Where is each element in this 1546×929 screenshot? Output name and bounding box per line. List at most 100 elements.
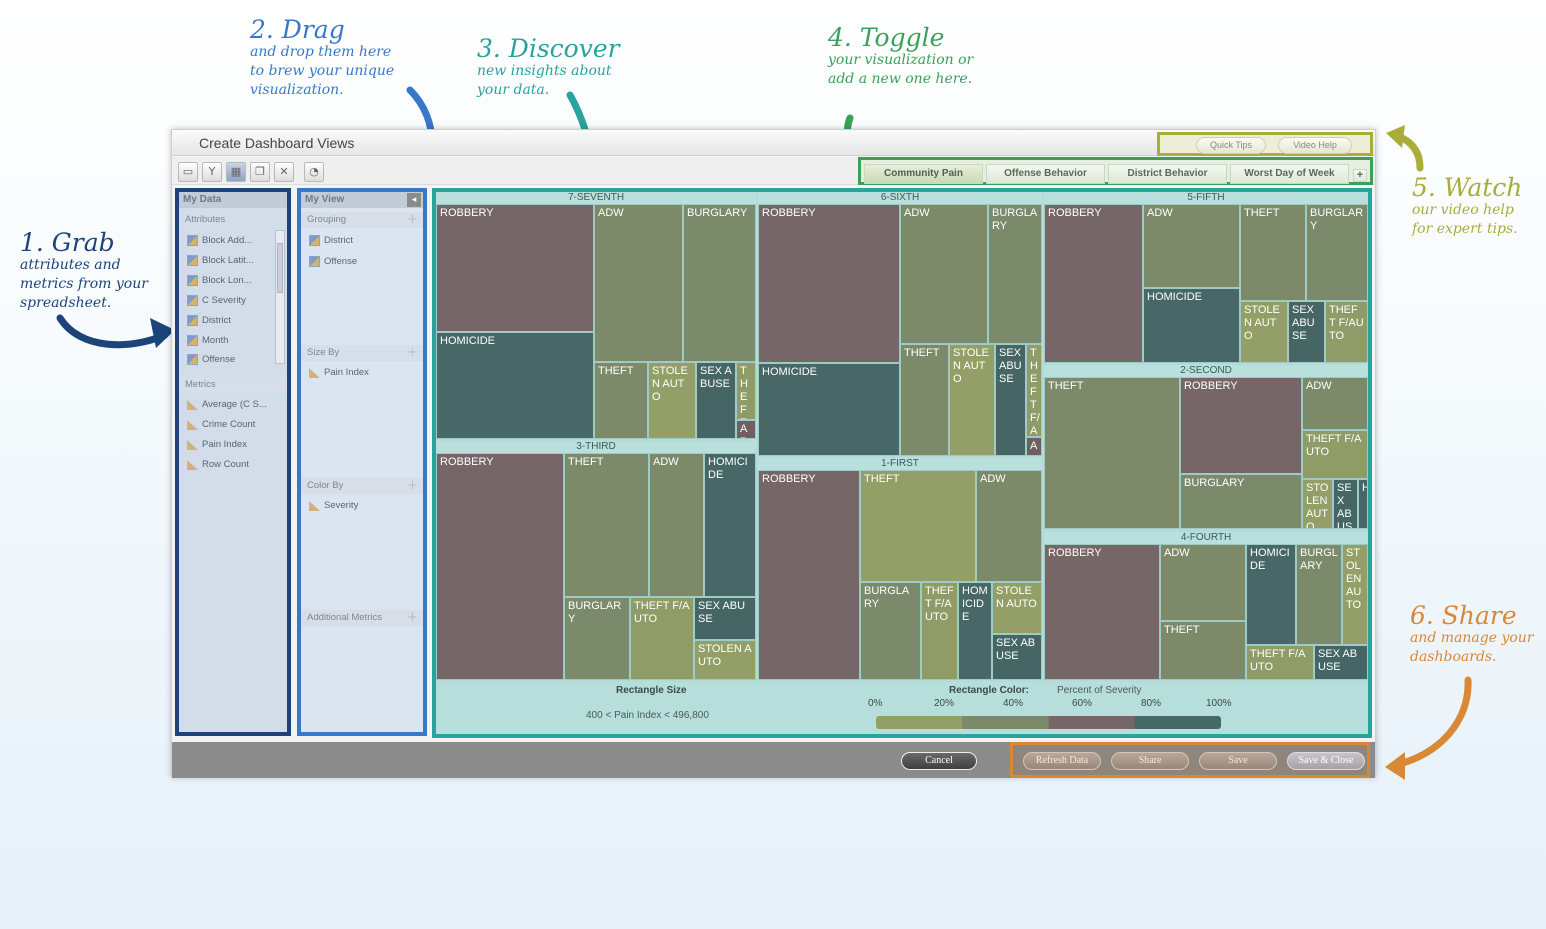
refresh-data-button[interactable]: Refresh Data	[1023, 752, 1101, 770]
treemap-cell[interactable]: THEFT	[1240, 204, 1306, 301]
treemap-cell[interactable]: STOLEN AUTO	[1240, 301, 1288, 363]
treemap-cell[interactable]: ADW	[1302, 377, 1368, 430]
treemap-cell[interactable]: THEFT	[860, 470, 976, 582]
treemap-cell[interactable]: STOLEN AUTO	[949, 344, 995, 456]
attribute-item[interactable]: Offense	[187, 351, 235, 369]
scrollbar-thumb[interactable]	[277, 243, 283, 293]
treemap-cell[interactable]: HOMICIDE	[1246, 544, 1296, 645]
share-button[interactable]: Share	[1111, 752, 1189, 770]
treemap-cell[interactable]: H	[1358, 479, 1368, 529]
treemap-cell[interactable]: BURGLARY	[1180, 474, 1302, 529]
treemap-cell[interactable]: ROBBERY	[758, 204, 900, 363]
treemap-cell[interactable]: THEFT F/AUTO	[630, 597, 694, 680]
metric-item[interactable]: Average (C S...	[187, 396, 267, 414]
treemap-icon[interactable]: ▦	[226, 162, 246, 182]
legend-tick: 80%	[1141, 698, 1162, 709]
treemap-cell[interactable]: ADW	[900, 204, 988, 344]
treemap-cell[interactable]: THEFT	[594, 362, 648, 439]
color-by-item[interactable]: Severity	[309, 497, 358, 515]
grouping-item[interactable]: District	[309, 232, 353, 250]
add-color-icon[interactable]: +	[407, 479, 418, 492]
treemap-cell[interactable]: BURGLARY	[860, 582, 921, 680]
treemap-cell[interactable]: STOLEN AUTO	[1342, 544, 1368, 645]
treemap-cell[interactable]: HOMICIDE	[758, 363, 900, 456]
add-size-icon[interactable]: +	[407, 346, 418, 359]
treemap-cell[interactable]: THEFT	[1160, 621, 1246, 680]
video-help-button[interactable]: Video Help	[1278, 137, 1352, 154]
attribute-item[interactable]: Block Lon...	[187, 272, 252, 290]
treemap-cell[interactable]: HOMICIDE	[1143, 288, 1240, 363]
treemap-cell[interactable]: HOMICIDE	[704, 453, 756, 597]
add-grouping-icon[interactable]: +	[407, 213, 418, 226]
treemap-cell[interactable]: STOLEN AUTO	[694, 640, 756, 680]
size-by-item[interactable]: Pain Index	[309, 364, 369, 382]
treemap-cell[interactable]: ROBBERY	[1180, 377, 1302, 474]
treemap-cell[interactable]: SEX ABUSE	[694, 597, 756, 640]
attribute-scrollbar[interactable]	[275, 230, 285, 364]
attribute-item[interactable]: Block Latit...	[187, 252, 254, 270]
treemap-cell[interactable]: ROBBERY	[436, 204, 594, 332]
attribute-item[interactable]: C Severity	[187, 292, 246, 310]
treemap-cell[interactable]: ROBBERY	[758, 470, 860, 680]
clear-icon[interactable]: ✕	[274, 162, 294, 182]
treemap-cell[interactable]: SEX ABUSE	[1314, 645, 1368, 680]
treemap-cell[interactable]: AR	[736, 420, 756, 439]
treemap-cell[interactable]: A	[1026, 437, 1042, 456]
grouping-item[interactable]: Offense	[309, 253, 357, 271]
treemap-cell[interactable]: THEFT F/A	[1026, 344, 1042, 437]
treemap-cell[interactable]: HOMICIDE	[436, 332, 594, 439]
treemap-cell[interactable]: BURGLARY	[683, 204, 756, 362]
treemap-cell[interactable]: ADW	[1160, 544, 1246, 621]
treemap-cell[interactable]: ROBBERY	[436, 453, 564, 680]
metric-item[interactable]: Row Count	[187, 456, 249, 474]
treemap-cell[interactable]: ADW	[649, 453, 704, 597]
treemap-cell[interactable]: THEFT F/AUTO	[921, 582, 958, 680]
treemap-cell[interactable]: STOLEN AUTO	[992, 582, 1042, 634]
treemap-cell[interactable]: BURGLARY	[1306, 204, 1368, 301]
treemap-cell[interactable]: ROBBERY	[1044, 204, 1143, 363]
treemap-cell[interactable]: THEFT	[564, 453, 649, 597]
treemap-cell[interactable]: STOLEN AUTO	[1302, 479, 1333, 529]
treemap-cell[interactable]: BURGLARY	[564, 597, 630, 680]
treemap-cell[interactable]: SEX ABUSE	[995, 344, 1026, 456]
treemap-cell[interactable]: SEX ABUSE	[992, 634, 1042, 680]
treemap-cell[interactable]: ADW	[1143, 204, 1240, 288]
treemap-cell[interactable]: ADW	[594, 204, 683, 362]
attribute-label: Offense	[202, 354, 236, 365]
save-close-button[interactable]: Save & Close	[1287, 752, 1365, 770]
cancel-button[interactable]: Cancel	[901, 752, 977, 770]
tab-worst-day-of-week[interactable]: Worst Day of Week	[1230, 164, 1349, 184]
treemap-cell[interactable]: STOLEN AUTO	[648, 362, 696, 439]
attribute-item[interactable]: Month	[187, 332, 228, 350]
add-tab-icon[interactable]: +	[1353, 169, 1367, 182]
tab-offense-behavior[interactable]: Offense Behavior	[986, 164, 1105, 184]
treemap-cell[interactable]: SEX ABUSE	[1288, 301, 1325, 363]
filter-icon[interactable]: Y	[202, 162, 222, 182]
add-metric-icon[interactable]: +	[407, 611, 418, 624]
chart-type-icon[interactable]: ◔	[304, 162, 324, 182]
copy-icon[interactable]: ❐	[250, 162, 270, 182]
attribute-item[interactable]: Block Add...	[187, 232, 252, 250]
treemap-cell[interactable]: SEX ABUSE	[1333, 479, 1358, 529]
treemap-cell[interactable]: BURGLARY	[988, 204, 1042, 344]
tab-community-pain[interactable]: Community Pain	[864, 164, 983, 184]
metric-item[interactable]: Pain Index	[187, 436, 247, 454]
treemap-cell[interactable]: BURGLARY	[1296, 544, 1342, 645]
quick-tips-button[interactable]: Quick Tips	[1196, 137, 1266, 154]
attribute-item[interactable]: District	[187, 312, 231, 330]
new-view-icon[interactable]: ▭	[178, 162, 198, 182]
treemap-cell[interactable]: ADW	[976, 470, 1042, 582]
treemap-cell[interactable]: ROBBERY	[1044, 544, 1160, 680]
save-button[interactable]: Save	[1199, 752, 1277, 770]
treemap-cell[interactable]: THEFT F/	[736, 362, 756, 420]
treemap-cell[interactable]: THEFT F/AUTO	[1302, 430, 1368, 479]
treemap-cell[interactable]: HOMICIDE	[958, 582, 992, 680]
treemap-cell[interactable]: SEX ABUSE	[696, 362, 736, 439]
treemap-cell[interactable]: THEFT F/AUTO	[1246, 645, 1314, 680]
collapse-panel-icon[interactable]: ◂	[407, 193, 421, 207]
treemap-cell[interactable]: THEFT	[1044, 377, 1180, 529]
tab-district-behavior[interactable]: District Behavior	[1108, 164, 1227, 184]
treemap-cell[interactable]: THEFT F/AUTO	[1325, 301, 1368, 363]
metric-item[interactable]: Crime Count	[187, 416, 255, 434]
treemap-cell[interactable]: THEFT	[900, 344, 949, 456]
